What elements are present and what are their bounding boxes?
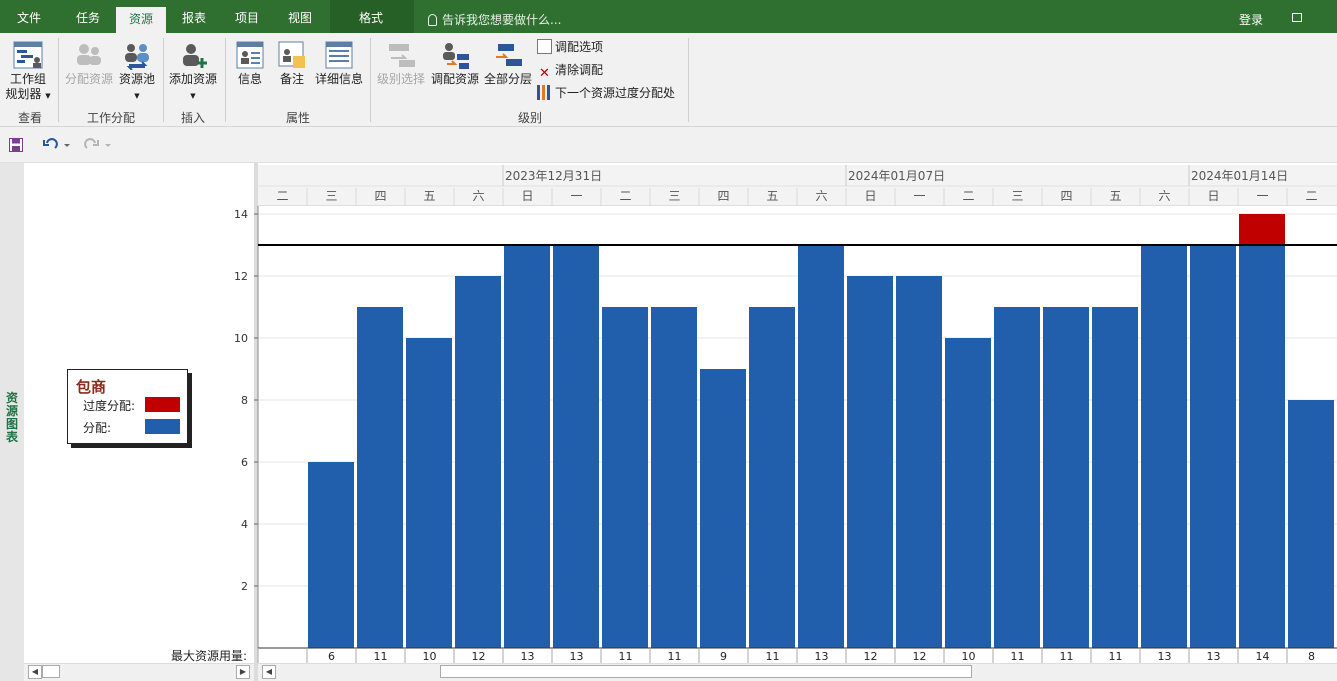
left-pane-scrollbar[interactable]: ◀ ▶: [24, 663, 254, 681]
allocated-bar: [308, 462, 354, 648]
week-label: 2023年12月31日: [505, 169, 602, 183]
day-label: 三: [1011, 189, 1023, 203]
allocated-bar: [1190, 245, 1236, 648]
max-units-value: 14: [1256, 650, 1270, 663]
day-label: 日: [1207, 189, 1219, 203]
max-units-value: 13: [521, 650, 535, 663]
timescale-scrollbar[interactable]: ◀: [258, 663, 1337, 681]
max-units-value: 8: [1308, 650, 1315, 663]
day-label: 四: [717, 189, 729, 203]
y-tick-label: 8: [241, 394, 248, 407]
scroll-right-icon[interactable]: ▶: [236, 665, 250, 679]
max-units-value: 11: [1109, 650, 1123, 663]
max-units-value: 13: [570, 650, 584, 663]
day-label: 二: [962, 189, 974, 203]
allocated-bar: [651, 307, 697, 648]
allocated-bar: [798, 245, 844, 648]
day-label: 五: [766, 189, 778, 203]
y-tick-label: 4: [241, 518, 248, 531]
allocated-bar: [1239, 245, 1285, 648]
scroll-thumb[interactable]: [440, 665, 972, 678]
day-label: 六: [1158, 189, 1170, 203]
max-units-value: 11: [1060, 650, 1074, 663]
overallocated-bar: [1239, 214, 1285, 245]
day-label: 六: [472, 189, 484, 203]
scroll-thumb[interactable]: [42, 665, 60, 678]
chart-legend: 包商 过度分配: 分配:: [67, 369, 188, 444]
resource-graph-svg: 2023年12月31日 2024年01月07日 2024年01月14日二 三 四 五 六 日 一…: [234, 165, 1337, 663]
max-units-value: 11: [374, 650, 388, 663]
allocated-bar: [1092, 307, 1138, 648]
allocated-bar: [602, 307, 648, 648]
day-label: 四: [1060, 189, 1072, 203]
day-label: 六: [815, 189, 827, 203]
max-units-value: 11: [1011, 650, 1025, 663]
y-tick-label: 2: [241, 580, 248, 593]
allocated-bar: [896, 276, 942, 648]
max-units-value: 11: [766, 650, 780, 663]
resource-graph-chart: 2023年12月31日 2024年01月07日 2024年01月14日二 三 四 五 六 日 一…: [0, 0, 1337, 681]
max-units-value: 13: [1207, 650, 1221, 663]
allocated-bar: [749, 307, 795, 648]
day-label: 一: [570, 189, 582, 203]
day-label: 五: [1109, 189, 1121, 203]
week-label: 2024年01月07日: [848, 169, 945, 183]
max-units-label: 最大资源用量:: [171, 649, 248, 663]
legend-allocated-label: 分配:: [83, 421, 112, 435]
y-tick-label: 14: [234, 208, 248, 221]
allocated-bar: [1043, 307, 1089, 648]
scroll-left-icon[interactable]: ◀: [28, 665, 42, 679]
day-label: 四: [374, 189, 386, 203]
day-label: 三: [668, 189, 680, 203]
allocated-bar: [455, 276, 501, 648]
day-label: 一: [913, 189, 925, 203]
y-tick-label: 10: [234, 332, 248, 345]
allocated-bar: [357, 307, 403, 648]
allocated-bar: [945, 338, 991, 648]
legend-title: 包商: [76, 378, 107, 396]
day-label: 二: [276, 189, 288, 203]
day-label: 五: [423, 189, 435, 203]
y-tick-label: 12: [234, 270, 248, 283]
max-units-value: 10: [423, 650, 437, 663]
legend-overallocated-label: 过度分配:: [83, 399, 136, 413]
allocated-bar: [847, 276, 893, 648]
day-label: 日: [521, 189, 533, 203]
scroll-left-icon[interactable]: ◀: [262, 665, 276, 679]
day-label: 三: [325, 189, 337, 203]
max-units-value: 12: [913, 650, 927, 663]
legend-allocated-swatch: [145, 419, 180, 434]
max-units-value: 13: [815, 650, 829, 663]
allocated-bar: [700, 369, 746, 648]
allocated-bar: [504, 245, 550, 648]
day-label: 日: [864, 189, 876, 203]
day-label: 二: [1305, 189, 1317, 203]
allocated-bar: [406, 338, 452, 648]
allocated-bar: [1288, 400, 1334, 648]
max-units-value: 12: [472, 650, 486, 663]
max-units-value: 13: [1158, 650, 1172, 663]
week-label: 2024年01月14日: [1191, 169, 1288, 183]
max-units-value: 11: [619, 650, 633, 663]
allocated-bar: [1141, 245, 1187, 648]
day-label: 一: [1256, 189, 1268, 203]
max-units-value: 9: [720, 650, 727, 663]
max-units-value: 10: [962, 650, 976, 663]
allocated-bar: [994, 307, 1040, 648]
y-tick-label: 6: [241, 456, 248, 469]
legend-overallocated-swatch: [145, 397, 180, 412]
max-units-value: 11: [668, 650, 682, 663]
max-units-value: 6: [328, 650, 335, 663]
max-units-value: 12: [864, 650, 878, 663]
allocated-bar: [553, 245, 599, 648]
day-label: 二: [619, 189, 631, 203]
